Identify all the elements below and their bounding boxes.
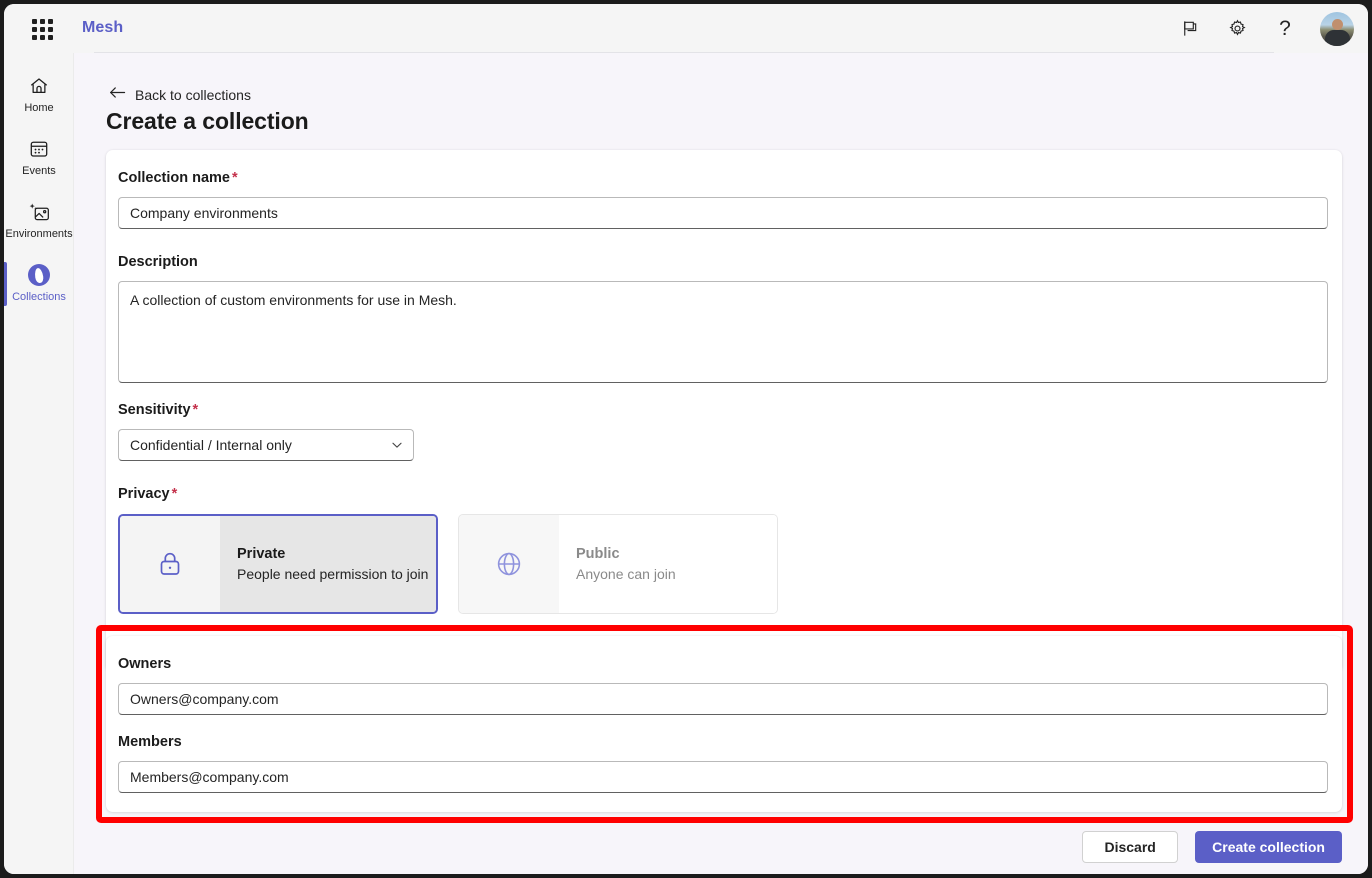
owners-input[interactable] xyxy=(118,683,1328,715)
privacy-option-private[interactable]: Private People need permission to join xyxy=(118,514,438,614)
arrow-left-icon xyxy=(109,85,126,105)
gear-icon[interactable] xyxy=(1224,16,1250,42)
collection-details-card: Collection name* Description Sensitivity… xyxy=(106,150,1342,672)
sidebar-item-label: Home xyxy=(24,102,53,115)
back-link-label: Back to collections xyxy=(135,87,251,103)
description-textarea[interactable] xyxy=(118,281,1328,383)
sidebar-item-collections[interactable]: Collections xyxy=(4,252,74,315)
required-asterisk: * xyxy=(172,486,178,502)
avatar-head xyxy=(1332,19,1343,30)
form-actions: Discard Create collection xyxy=(1082,831,1342,863)
sensitivity-label: Sensitivity* xyxy=(118,402,414,418)
page-title: Create a collection xyxy=(106,108,309,135)
required-asterisk: * xyxy=(232,170,238,186)
privacy-option-title: Private xyxy=(237,544,436,564)
app-launcher-grid-icon[interactable] xyxy=(26,18,58,40)
sidebar-item-home[interactable]: Home xyxy=(4,63,74,126)
description-field-group: Description xyxy=(118,254,1328,383)
members-input[interactable] xyxy=(118,761,1328,793)
sidebar-item-environments[interactable]: Environments xyxy=(4,189,74,252)
collection-name-field-group: Collection name* xyxy=(118,170,1328,229)
globe-icon xyxy=(459,515,559,613)
app-title[interactable]: Mesh xyxy=(82,19,123,37)
privacy-option-subtitle: Anyone can join xyxy=(576,564,777,584)
lock-icon xyxy=(120,516,220,612)
screenshot-root: Mesh ? xyxy=(0,0,1372,878)
app-window: Mesh ? xyxy=(4,4,1368,874)
flag-icon[interactable] xyxy=(1176,16,1202,42)
privacy-label: Privacy* xyxy=(118,486,778,502)
sidebar-item-events[interactable]: Events xyxy=(4,126,74,189)
topbar-actions: ? xyxy=(1176,4,1354,53)
help-glyph: ? xyxy=(1279,18,1291,39)
description-label: Description xyxy=(118,254,1328,270)
sensitivity-field-group: Sensitivity* Confidential / Internal onl… xyxy=(118,402,414,461)
sidebar-item-label: Collections xyxy=(12,291,66,304)
top-app-bar: Mesh ? xyxy=(4,4,1368,53)
main-content: Back to collections Create a collection … xyxy=(74,53,1368,874)
left-nav-rail: Home Events xyxy=(4,53,74,874)
collection-name-label: Collection name* xyxy=(118,170,1328,186)
home-icon xyxy=(27,74,51,98)
privacy-field-group: Privacy* Pri xyxy=(118,486,778,614)
members-label: Members xyxy=(118,734,1328,750)
discard-button[interactable]: Discard xyxy=(1082,831,1178,863)
required-asterisk: * xyxy=(193,402,199,418)
collections-globe-icon xyxy=(27,263,51,287)
back-to-collections-link[interactable]: Back to collections xyxy=(109,85,251,105)
privacy-private-text: Private People need permission to join xyxy=(220,516,436,612)
image-sparkle-icon xyxy=(27,200,51,224)
privacy-options: Private People need permission to join xyxy=(118,514,778,614)
sidebar-item-label: Events xyxy=(22,165,56,178)
chevron-down-icon xyxy=(390,438,404,452)
avatar[interactable] xyxy=(1320,12,1354,46)
sidebar-item-label: Environments xyxy=(5,228,72,241)
sensitivity-selected-value: Confidential / Internal only xyxy=(130,437,292,453)
privacy-option-public[interactable]: Public Anyone can join xyxy=(458,514,778,614)
privacy-option-title: Public xyxy=(576,544,777,564)
privacy-option-subtitle: People need permission to join xyxy=(237,564,436,584)
avatar-body xyxy=(1325,30,1350,46)
collection-name-input[interactable] xyxy=(118,197,1328,229)
calendar-icon xyxy=(27,137,51,161)
sensitivity-dropdown[interactable]: Confidential / Internal only xyxy=(118,429,414,461)
create-collection-button[interactable]: Create collection xyxy=(1195,831,1342,863)
members-field-group: Members xyxy=(118,734,1328,793)
people-card: Owners Members xyxy=(106,636,1342,812)
owners-field-group: Owners xyxy=(118,656,1328,715)
question-mark-icon[interactable]: ? xyxy=(1272,16,1298,42)
owners-label: Owners xyxy=(118,656,1328,672)
privacy-public-text: Public Anyone can join xyxy=(559,515,777,613)
